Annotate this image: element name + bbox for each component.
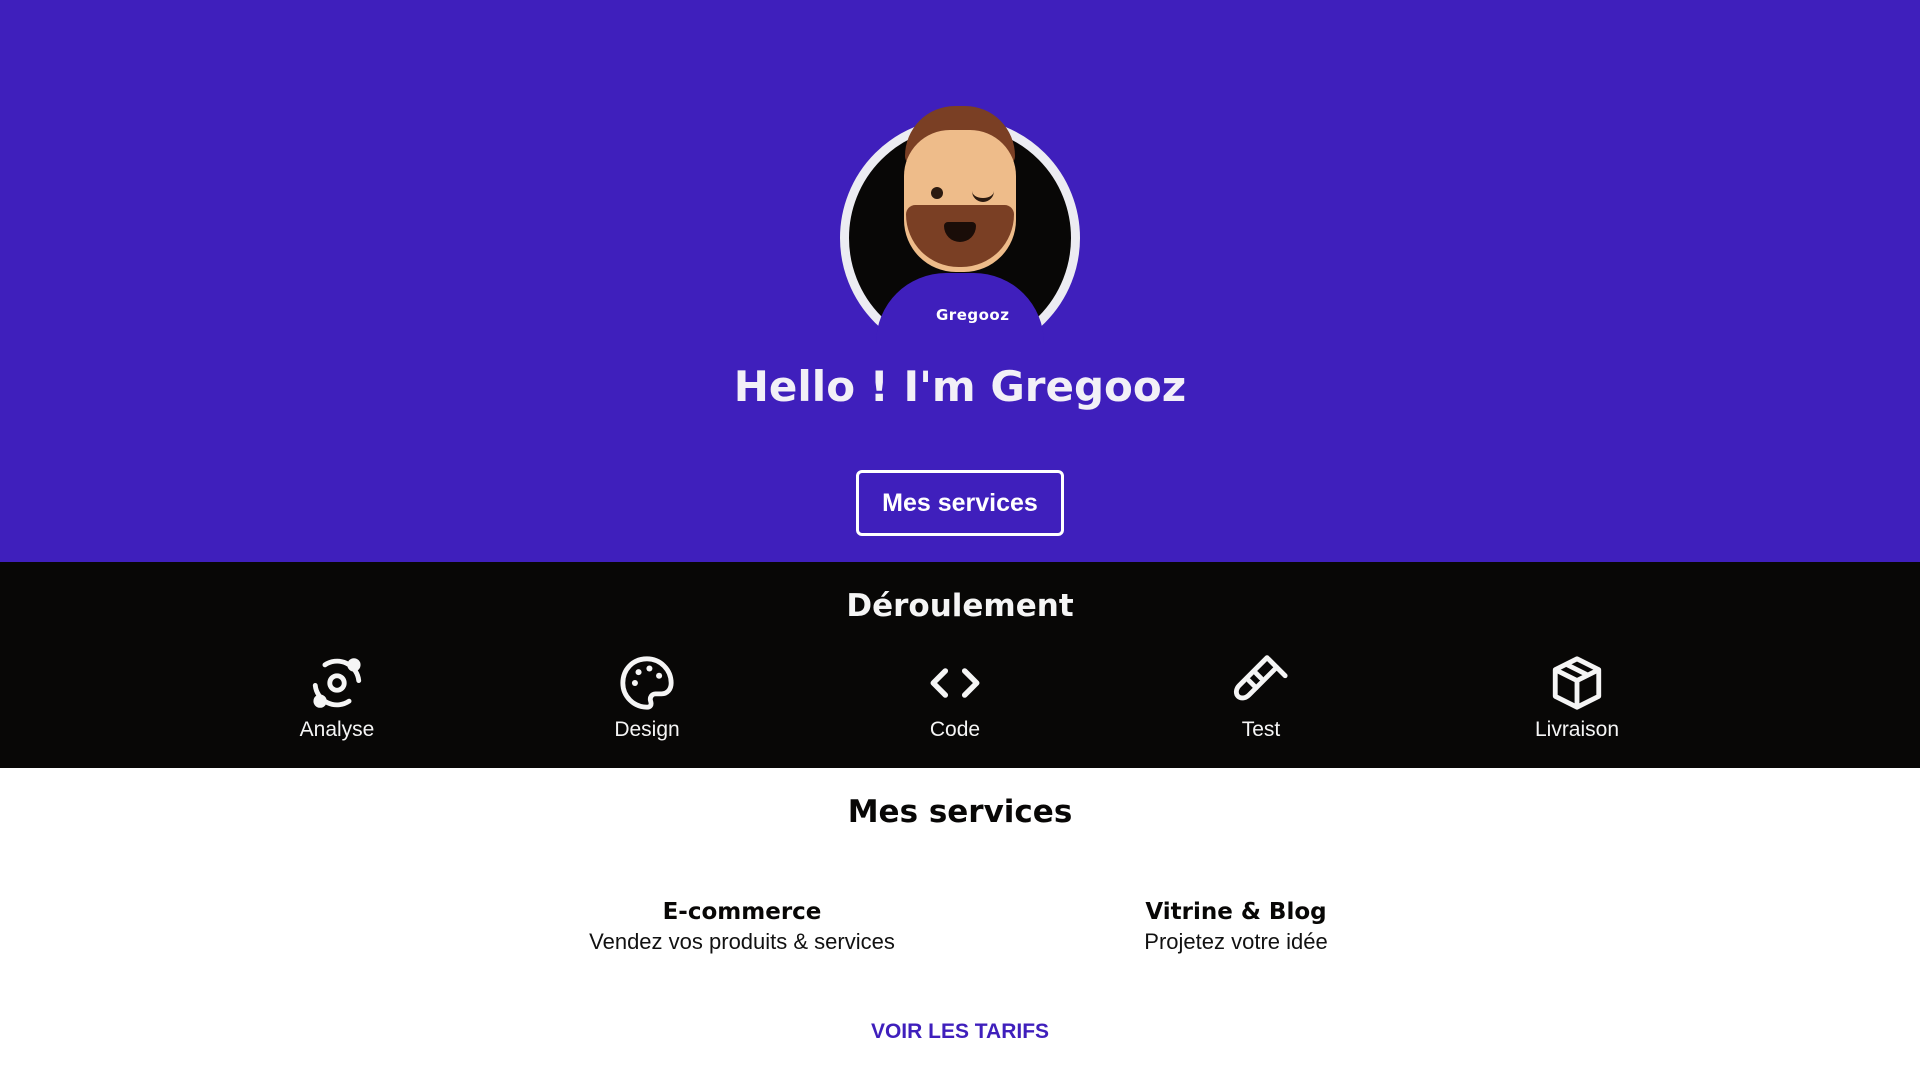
services-button[interactable]: Mes services	[856, 470, 1064, 536]
code-icon	[930, 668, 980, 698]
step-analyse: Analyse	[257, 654, 417, 742]
step-test: Test	[1181, 654, 1341, 742]
pricing-link[interactable]: VOIR LES TARIFS	[871, 1020, 1049, 1043]
service-name: Vitrine & Blog	[1145, 899, 1327, 925]
package-icon	[1552, 656, 1602, 710]
pricing-link-row: VOIR LES TARIFS	[0, 1020, 1920, 1044]
service-name: E-commerce	[662, 899, 822, 925]
analysis-icon	[312, 658, 362, 708]
step-label: Analyse	[299, 718, 375, 741]
hero-title: Hello ! I'm Gregooz	[733, 362, 1187, 411]
avatar-eye	[931, 187, 943, 199]
service-description: Vendez vos produits & services	[589, 929, 895, 954]
process-title: Déroulement	[846, 588, 1074, 624]
step-design: Design	[567, 654, 727, 742]
avatar-brand-logo: Gregooz	[936, 306, 1010, 324]
services-title: Mes services	[847, 794, 1073, 830]
step-label: Code	[929, 718, 981, 741]
palette-icon	[620, 656, 674, 710]
step-label: Livraison	[1534, 718, 1620, 741]
services-section: Mes services E-commerce Vendez vos produ…	[0, 768, 1920, 1080]
step-code: Code	[875, 654, 1035, 742]
process-section: Déroulement Analyse Design Code Test Liv…	[0, 562, 1920, 768]
hero-section: Gregooz Hello ! I'm Gregooz Mes services	[0, 0, 1920, 562]
test-tube-icon	[1233, 655, 1288, 701]
service-description: Projetez votre idée	[1144, 929, 1328, 954]
step-label: Design	[614, 718, 680, 741]
step-label: Test	[1241, 718, 1281, 741]
service-vitrine-blog: Vitrine & Blog Projetez votre idée	[1036, 899, 1436, 955]
step-livraison: Livraison	[1497, 654, 1657, 742]
service-ecommerce: E-commerce Vendez vos produits & service…	[542, 899, 942, 955]
